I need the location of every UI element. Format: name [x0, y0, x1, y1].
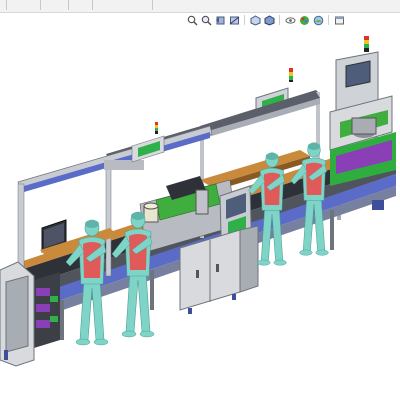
previous-view-icon[interactable] [214, 14, 226, 26]
command-tab[interactable] [86, 0, 93, 10]
zoom-to-area-icon[interactable] [200, 14, 212, 26]
command-tab[interactable] [146, 0, 153, 10]
toolbar-separator [328, 15, 329, 25]
zoom-to-fit-icon[interactable] [186, 14, 198, 26]
heads-up-view-toolbar [186, 13, 345, 27]
view-orientation-icon[interactable] [249, 14, 261, 26]
graphics-area[interactable] [0, 28, 400, 400]
left-end-cabinet [0, 261, 35, 367]
view-settings-icon[interactable] [333, 14, 345, 26]
command-tab[interactable] [0, 0, 7, 10]
section-view-icon[interactable] [228, 14, 240, 26]
command-tab[interactable] [34, 0, 41, 10]
apply-scene-icon[interactable] [312, 14, 324, 26]
toolbar-separator [244, 15, 245, 25]
command-tab[interactable] [62, 0, 69, 10]
command-manager-strip [0, 0, 400, 13]
toolbar-separator [279, 15, 280, 25]
edit-appearance-icon[interactable] [298, 14, 310, 26]
left-fixture-purple [34, 272, 60, 348]
left-signal-tower [131, 122, 165, 163]
display-style-icon[interactable] [263, 14, 275, 26]
assembly-line-model [0, 36, 396, 367]
hide-show-items-icon[interactable] [284, 14, 296, 26]
